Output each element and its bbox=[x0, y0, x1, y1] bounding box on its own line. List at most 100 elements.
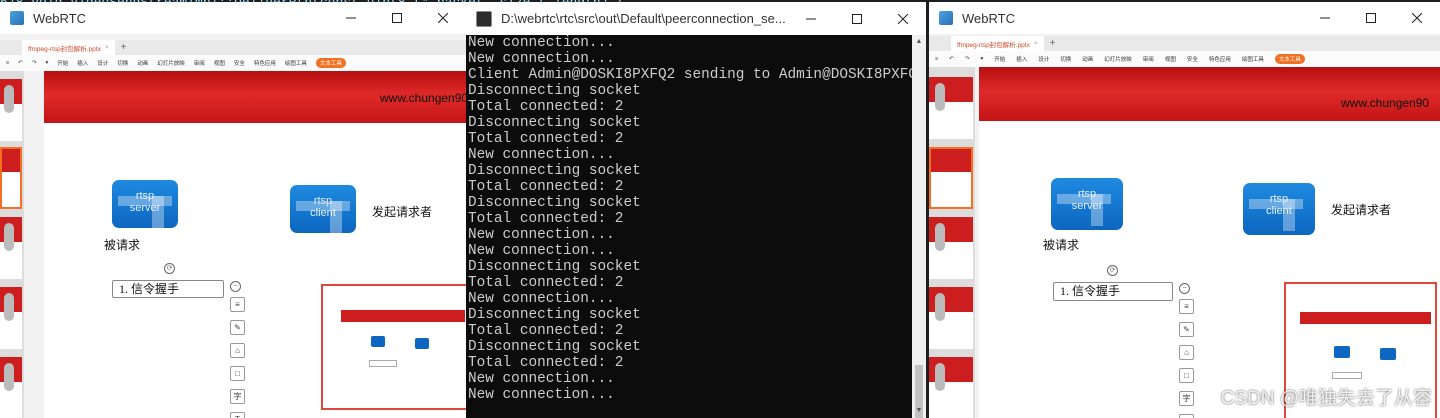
menu-insert: 插入 bbox=[77, 61, 89, 67]
slide-thumbnail bbox=[929, 77, 973, 139]
redo-icon: ↷ bbox=[31, 60, 37, 66]
rtsp-client-block: rtsp client bbox=[290, 185, 356, 233]
collapse-icon: − bbox=[230, 281, 241, 292]
slide-thumbnail bbox=[0, 79, 22, 141]
add-tab-icon: + bbox=[120, 42, 127, 53]
console-line: Disconnecting socket bbox=[468, 115, 641, 131]
rotate-handle-icon: ⟳ bbox=[164, 263, 175, 274]
console-app-icon bbox=[476, 10, 492, 27]
remote-video-stream: ffmpeg-rtsp封包解析.pptx × + ≡ ↶ ↷ ▾ 开始 插入 设… bbox=[929, 36, 1440, 418]
console-line: New connection... bbox=[468, 35, 615, 51]
console-line: Client Admin@DOSKI8PXFQ2 sending to Admi… bbox=[468, 67, 912, 83]
console-line: Total connected: 2 bbox=[468, 131, 624, 147]
slide-url: www.chungen90 bbox=[380, 91, 466, 105]
console-line: Disconnecting socket bbox=[468, 339, 641, 355]
dropdown-icon: ▾ bbox=[45, 60, 49, 66]
window-title: WebRTC bbox=[33, 10, 86, 26]
client-label-line1: rtsp bbox=[313, 195, 333, 207]
console-line: Disconnecting socket bbox=[468, 83, 641, 99]
webrtc-window-left[interactable]: WebRTC ffmpeg-rtsp封包解析.pptx × + ≡ ↶ ↷ ▾ … bbox=[0, 2, 466, 418]
minimize-button[interactable] bbox=[1302, 2, 1348, 34]
scroll-down-icon[interactable]: ▼ bbox=[912, 404, 926, 418]
menu-icon: ≡ bbox=[935, 56, 939, 62]
font-icon: T bbox=[230, 412, 245, 418]
title-bar[interactable]: WebRTC bbox=[0, 2, 466, 34]
menu-review: 审阅 bbox=[193, 61, 205, 67]
text-icon: 字 bbox=[1179, 391, 1194, 406]
local-video-preview bbox=[321, 284, 466, 410]
maximize-button[interactable] bbox=[374, 2, 420, 34]
console-line: Total connected: 2 bbox=[468, 99, 624, 115]
rtsp-server-block: rtsp server bbox=[1051, 178, 1123, 230]
menu-drawing-tools: 绘图工具 bbox=[284, 61, 307, 67]
requester-note: 发起请求者 bbox=[1331, 203, 1392, 217]
slide-thumbnail bbox=[0, 217, 22, 279]
maximize-button[interactable] bbox=[834, 3, 880, 35]
minimize-button[interactable] bbox=[328, 2, 374, 34]
scroll-up-icon[interactable]: ▲ bbox=[912, 35, 926, 49]
window-title: WebRTC bbox=[962, 10, 1015, 26]
menu-start: 开始 bbox=[57, 61, 69, 67]
menu-features: 特色应用 bbox=[253, 61, 276, 67]
shape-icon: □ bbox=[230, 366, 245, 381]
console-title-bar[interactable]: D:\webrtc\rtc\src\out\Default\peerconnec… bbox=[466, 2, 926, 35]
client-label-line1: rtsp bbox=[1269, 193, 1289, 205]
menu-drawing-tools: 绘图工具 bbox=[1241, 57, 1264, 63]
menu-insert: 插入 bbox=[1016, 57, 1028, 63]
close-icon: × bbox=[1033, 40, 1038, 47]
console-line: New connection... bbox=[468, 291, 615, 307]
client-label-line2: client bbox=[310, 207, 336, 219]
add-tab-icon: + bbox=[1049, 38, 1056, 49]
webrtc-window-right[interactable]: WebRTC ffmpeg-rtsp封包解析.pptx × + ≡ ↶ ↷ ▾ … bbox=[929, 2, 1440, 418]
console-line: Total connected: 2 bbox=[468, 211, 624, 227]
console-line: New connection... bbox=[468, 371, 615, 387]
title-bar[interactable]: WebRTC bbox=[929, 2, 1440, 34]
document-tab: ffmpeg-rtsp封包解析.pptx × bbox=[22, 40, 115, 55]
console-line: Total connected: 2 bbox=[468, 323, 624, 339]
menu-security: 安全 bbox=[1186, 57, 1198, 63]
close-button[interactable] bbox=[420, 2, 466, 34]
client-label-line2: client bbox=[1266, 205, 1292, 217]
document-tab-label: ffmpeg-rtsp封包解析.pptx bbox=[28, 45, 101, 53]
console-line: New connection... bbox=[468, 387, 615, 403]
undo-icon: ↶ bbox=[949, 56, 954, 62]
redo-icon: ↷ bbox=[964, 56, 970, 62]
webrtc-app-icon bbox=[10, 11, 24, 25]
menu-design: 设计 bbox=[97, 61, 109, 67]
menu-security: 安全 bbox=[233, 61, 245, 67]
slide-banner bbox=[979, 67, 1440, 121]
server-label-line1: rtsp bbox=[135, 190, 155, 202]
maximize-button[interactable] bbox=[1348, 2, 1394, 34]
menu-text-tools: 文本工具 bbox=[1274, 54, 1305, 64]
float-toolbar: ≡ ✎ ⌂ □ 字 T bbox=[230, 297, 245, 418]
document-tab-label: ffmpeg-rtsp封包解析.pptx bbox=[957, 41, 1030, 49]
menu-slideshow: 幻灯片放映 bbox=[1104, 57, 1132, 63]
minimize-button[interactable] bbox=[788, 3, 834, 35]
requester-note: 发起请求者 bbox=[372, 205, 433, 219]
console-line: New connection... bbox=[468, 243, 615, 259]
undo-icon: ↶ bbox=[18, 60, 23, 66]
requested-note: 被请求 bbox=[104, 238, 141, 252]
font-icon: T bbox=[1179, 414, 1194, 418]
slide-thumbnails bbox=[0, 71, 24, 418]
wps-menu-bar: ≡ ↶ ↷ ▾ 开始 插入 设计 切换 动画 幻灯片放映 审阅 视图 安全 特色… bbox=[929, 51, 1440, 67]
console-scrollbar[interactable]: ▲ ▼ bbox=[912, 35, 926, 418]
console-output[interactable]: New connection... New connection... Clie… bbox=[466, 35, 912, 418]
console-line: Disconnecting socket bbox=[468, 195, 641, 211]
slide-thumbnail bbox=[929, 357, 973, 418]
float-toolbar: ≡ ✎ ⌂ □ 字 T bbox=[1179, 299, 1194, 418]
menu-text-tools: 文本工具 bbox=[315, 58, 346, 68]
close-button[interactable] bbox=[1394, 2, 1440, 34]
menu-transition: 切换 bbox=[117, 61, 129, 67]
menu-animation: 动画 bbox=[1082, 57, 1094, 63]
menu-start: 开始 bbox=[994, 57, 1006, 63]
menu-slideshow: 幻灯片放映 bbox=[157, 61, 185, 67]
console-line: Total connected: 2 bbox=[468, 355, 624, 371]
close-button[interactable] bbox=[880, 3, 926, 35]
console-line: Disconnecting socket bbox=[468, 259, 641, 275]
slide-thumbnail bbox=[929, 287, 973, 349]
console-title: D:\webrtc\rtc\src\out\Default\peerconnec… bbox=[501, 11, 786, 26]
console-window[interactable]: D:\webrtc\rtc\src\out\Default\peerconnec… bbox=[466, 2, 926, 418]
fill-icon: ⌂ bbox=[1179, 345, 1194, 360]
collapse-icon: − bbox=[1179, 283, 1190, 294]
